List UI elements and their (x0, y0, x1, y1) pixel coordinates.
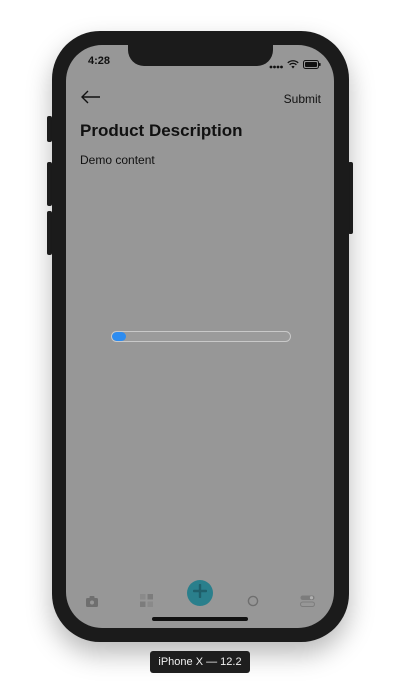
toggle-icon (299, 594, 315, 612)
tab-add[interactable] (187, 580, 213, 606)
demo-content-text: Demo content (80, 153, 155, 167)
tab-bar (66, 578, 334, 618)
status-icons (269, 56, 321, 74)
tab-settings[interactable] (299, 595, 315, 611)
home-icon (85, 594, 99, 612)
notch (128, 45, 273, 66)
signal-icon (269, 56, 283, 74)
circle-icon (247, 594, 259, 612)
grid-icon (139, 594, 153, 612)
tab-home[interactable] (84, 595, 100, 611)
status-time: 4:28 (88, 55, 111, 67)
tab-circle[interactable] (245, 595, 261, 611)
arrow-left-icon[interactable] (80, 89, 102, 105)
phone-screen: 4:28 Submit Product Description Demo con… (66, 45, 334, 628)
home-indicator[interactable] (152, 617, 248, 621)
page-title: Product Description (80, 121, 243, 140)
plus-icon (192, 583, 208, 603)
tab-grid[interactable] (138, 594, 154, 612)
progress-bar (111, 331, 291, 342)
submit-button[interactable]: Submit (284, 92, 321, 106)
battery-icon (303, 56, 321, 74)
simulator-stage: 4:28 Submit Product Description Demo con… (0, 0, 400, 700)
progress-fill (112, 332, 127, 341)
device-label: iPhone X — 12.2 (150, 651, 250, 673)
wifi-icon (287, 56, 299, 74)
